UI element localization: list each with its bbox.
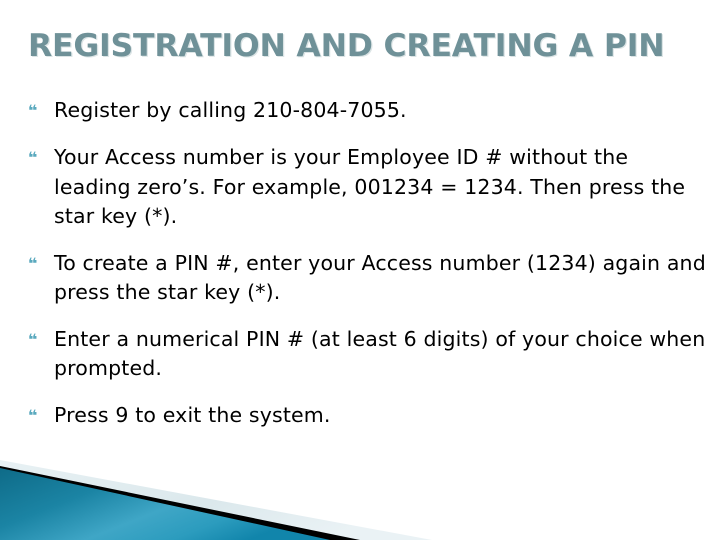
list-item: ❝ Register by calling 210-804-7055. (24, 96, 708, 126)
list-item: ❝ Enter a numerical PIN # (at least 6 di… (24, 325, 708, 384)
presentation-slide: REGISTRATION AND CREATING A PIN ❝ Regist… (0, 0, 720, 540)
decoration-teal-wedge (0, 468, 330, 540)
bullet-marker-icon: ❝ (28, 405, 38, 425)
bullet-marker-icon: ❝ (28, 148, 38, 167)
list-item: ❝ Your Access number is your Employee ID… (24, 143, 708, 232)
list-item: ❝ To create a PIN #, enter your Access n… (24, 249, 708, 308)
decoration-pale-wedge (0, 460, 432, 540)
list-item-text: Enter a numerical PIN # (at least 6 digi… (54, 326, 706, 381)
list-item-text: Register by calling 210-804-7055. (54, 98, 407, 122)
list-item: ❝ Press 9 to exit the system. (24, 401, 708, 431)
list-item-text: Press 9 to exit the system. (54, 402, 331, 427)
list-item-text: To create a PIN #, enter your Access num… (54, 250, 706, 305)
bullet-marker-icon: ❝ (28, 101, 38, 120)
bullet-marker-icon: ❝ (28, 253, 38, 273)
decoration-black-wedge (0, 466, 360, 540)
list-item-text: Your Access number is your Employee ID #… (54, 145, 686, 228)
bullet-marker-icon: ❝ (28, 329, 38, 349)
bullet-list: ❝ Register by calling 210-804-7055. ❝ Yo… (24, 96, 708, 448)
page-title: REGISTRATION AND CREATING A PIN (28, 28, 665, 64)
